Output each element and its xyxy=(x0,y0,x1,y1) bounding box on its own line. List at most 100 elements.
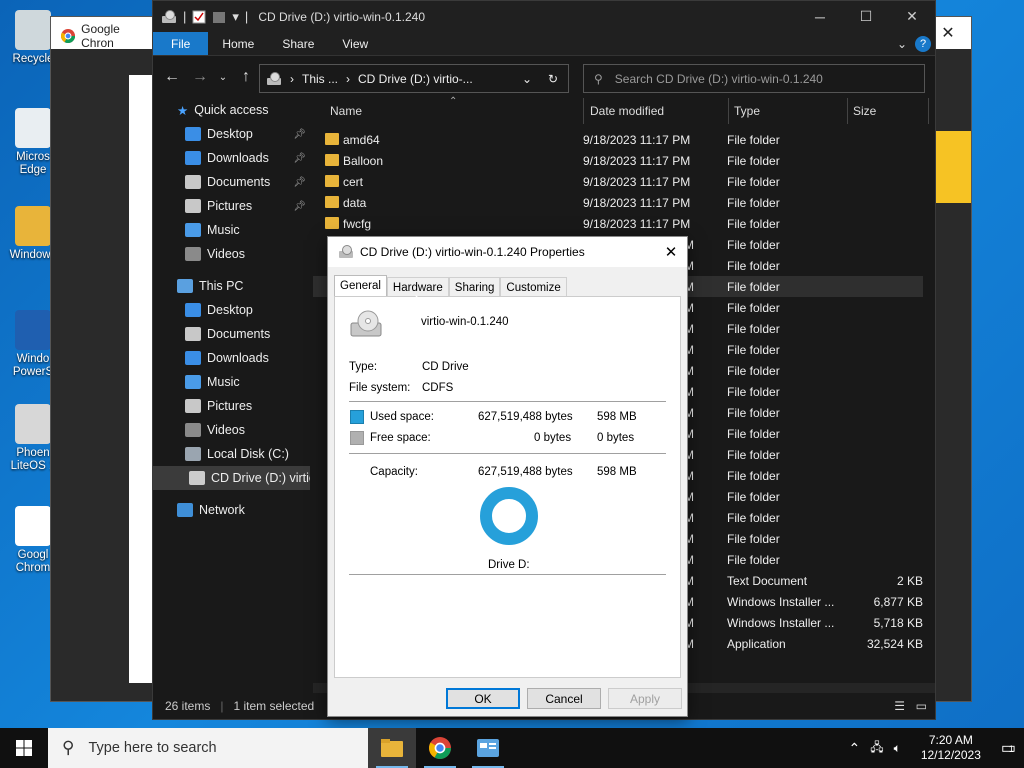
ribbon-tab-view[interactable]: View xyxy=(328,32,382,55)
file-row[interactable]: Balloon 9/18/2023 11:17 PM File folder xyxy=(313,150,923,171)
breadcrumb-this-pc[interactable]: This ... xyxy=(302,72,338,86)
free-space-swatch xyxy=(350,431,364,445)
search-input[interactable]: Search CD Drive (D:) virtio-win-0.1.240 xyxy=(615,72,823,86)
nav-item-icon xyxy=(185,447,201,461)
file-row[interactable]: fwcfg 9/18/2023 11:17 PM File folder xyxy=(313,213,923,234)
taskbar-file-explorer[interactable] xyxy=(368,728,416,768)
start-button[interactable] xyxy=(0,728,48,768)
nav-item-local-disk-c[interactable]: Local Disk (C:) xyxy=(153,442,310,466)
new-folder-icon[interactable] xyxy=(212,10,226,24)
quick-access-toolbar: | ▾ | xyxy=(153,9,248,25)
clock[interactable]: 7:20 AM 12/12/2023 xyxy=(921,733,981,763)
nav-this-pc[interactable]: This PC xyxy=(153,274,310,298)
nav-item-music[interactable]: Music xyxy=(153,370,310,394)
properties-icon[interactable] xyxy=(192,10,206,24)
expand-ribbon-icon[interactable]: ⌄ xyxy=(897,37,907,51)
ribbon-tab-home[interactable]: Home xyxy=(208,32,268,55)
close-button[interactable]: ✕ xyxy=(889,1,935,32)
ribbon-tab-file[interactable]: File xyxy=(153,32,209,55)
nav-item-videos[interactable]: Videos xyxy=(153,418,310,442)
drive-label-field[interactable] xyxy=(421,313,661,331)
nav-item-cd-drive-d-virtio[interactable]: CD Drive (D:) virtio- xyxy=(153,466,310,490)
recent-locations-icon[interactable]: ⌄ xyxy=(217,72,229,83)
nav-item-downloads[interactable]: Downloads xyxy=(153,346,310,370)
column-type[interactable]: Type xyxy=(734,104,760,118)
file-type: File folder xyxy=(727,406,780,420)
nav-item-music[interactable]: Music xyxy=(153,218,310,242)
ribbon-tabs: File Home Share View ⌄ ? xyxy=(153,32,935,56)
nav-item-documents[interactable]: Documents xyxy=(153,322,310,346)
clock-time: 7:20 AM xyxy=(928,733,973,747)
taskbar: ⚲ Type here to search ⌃ 🖧 🔈︎ 7:20 AM 12/… xyxy=(0,728,1024,768)
file-size: 2 KB xyxy=(896,574,923,588)
column-date[interactable]: Date modified xyxy=(590,104,664,118)
show-hidden-icons-icon[interactable]: ⌃ xyxy=(848,740,860,757)
nav-item-icon xyxy=(189,471,205,485)
nav-item-documents[interactable]: Documents 📌︎ xyxy=(153,170,310,194)
properties-dialog[interactable]: CD Drive (D:) virtio-win-0.1.240 Propert… xyxy=(327,236,688,717)
file-type: File folder xyxy=(727,511,780,525)
column-size[interactable]: Size xyxy=(853,104,876,118)
file-date: 9/18/2023 11:17 PM xyxy=(583,196,691,210)
customize-toolbar-icon[interactable]: ▾ xyxy=(232,9,239,25)
column-name[interactable]: Name xyxy=(330,104,362,118)
chrome-tab[interactable]: Google Chron xyxy=(55,22,147,50)
tab-customize[interactable]: Customize xyxy=(500,277,567,297)
dialog-tabs: General Hardware Sharing Customize xyxy=(334,275,567,297)
dialog-close-button[interactable]: ✕ xyxy=(655,237,687,267)
cancel-button[interactable]: Cancel xyxy=(527,688,601,709)
nav-label: Videos xyxy=(207,423,245,437)
file-name: fwcfg xyxy=(343,217,372,231)
address-dropdown-icon[interactable]: ⌄ xyxy=(522,72,532,86)
apply-button[interactable]: Apply xyxy=(608,688,682,709)
forward-icon[interactable]: → xyxy=(189,68,211,86)
taskbar-chrome[interactable] xyxy=(416,728,464,768)
file-name: amd64 xyxy=(343,133,380,147)
breadcrumb-cd-drive[interactable]: CD Drive (D:) virtio-... xyxy=(358,72,473,86)
taskbar-search[interactable]: ⚲ Type here to search xyxy=(48,728,368,768)
search-box[interactable]: ⚲ Search CD Drive (D:) virtio-win-0.1.24… xyxy=(583,64,925,93)
back-icon[interactable]: ← xyxy=(161,68,183,86)
ribbon-tab-share[interactable]: Share xyxy=(268,32,328,55)
file-row[interactable]: data 9/18/2023 11:17 PM File folder xyxy=(313,192,923,213)
help-icon[interactable]: ? xyxy=(915,36,931,52)
taskbar-search-input[interactable]: Type here to search xyxy=(88,740,216,756)
breadcrumb-separator-icon: › xyxy=(346,71,351,86)
maximize-button[interactable]: ☐ xyxy=(843,1,889,32)
volume-muted-icon[interactable]: 🔈︎ xyxy=(894,741,901,756)
ok-button[interactable]: OK xyxy=(446,688,520,709)
file-row[interactable]: amd64 9/18/2023 11:17 PM File folder xyxy=(313,129,923,150)
nav-item-downloads[interactable]: Downloads 📌︎ xyxy=(153,146,310,170)
file-name: Balloon xyxy=(343,154,384,168)
notifications-icon[interactable]: ▭ 1 xyxy=(1001,738,1016,758)
network-icon[interactable]: 🖧 xyxy=(870,738,883,759)
file-size: 32,524 KB xyxy=(866,637,923,651)
address-row: ← → ⌄ ↑ › This ... › CD Drive (D:) virti… xyxy=(153,56,935,98)
nav-item-desktop[interactable]: Desktop 📌︎ xyxy=(153,122,310,146)
nav-item-icon xyxy=(185,127,201,141)
nav-quick-access[interactable]: ★ Quick access xyxy=(153,98,310,122)
window-title: CD Drive (D:) virtio-win-0.1.240 xyxy=(258,9,426,24)
taskbar-control-panel[interactable] xyxy=(464,728,512,768)
folder-icon xyxy=(325,196,339,208)
file-row[interactable]: cert 9/18/2023 11:17 PM File folder xyxy=(313,171,923,192)
refresh-icon[interactable]: ↻ xyxy=(548,72,558,86)
large-icons-view-icon[interactable]: ▭ xyxy=(916,699,927,713)
nav-item-pictures[interactable]: Pictures xyxy=(153,394,310,418)
file-type: File folder xyxy=(727,133,780,147)
folder-icon xyxy=(381,739,403,757)
tab-general[interactable]: General xyxy=(334,275,387,297)
nav-item-pictures[interactable]: Pictures 📌︎ xyxy=(153,194,310,218)
nav-item-desktop[interactable]: Desktop xyxy=(153,298,310,322)
column-headers: Name ⌃ Date modified Type Size xyxy=(313,96,935,124)
nav-item-videos[interactable]: Videos xyxy=(153,242,310,266)
app-icon xyxy=(15,10,51,50)
capacity-bytes: 627,519,488 bytes xyxy=(478,466,573,478)
minimize-button[interactable]: ─ xyxy=(797,1,843,32)
tab-sharing[interactable]: Sharing xyxy=(448,277,501,297)
up-icon[interactable]: ↑ xyxy=(235,68,257,86)
address-bar[interactable]: › This ... › CD Drive (D:) virtio-... ⌄ … xyxy=(259,64,569,93)
file-type: File folder xyxy=(727,490,780,504)
nav-network[interactable]: Network xyxy=(153,498,310,522)
details-view-icon[interactable]: ☰ xyxy=(894,699,905,713)
